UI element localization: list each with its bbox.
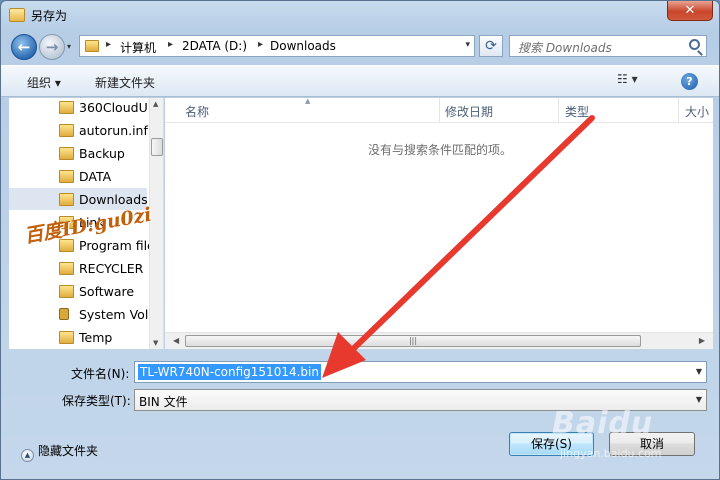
baidu-jingyan-url: jingyan.baidu.com — [560, 447, 662, 460]
arrow-shaft — [347, 115, 595, 355]
baidu-logo: Baidu — [552, 406, 654, 441]
red-arrow-icon — [322, 115, 595, 378]
